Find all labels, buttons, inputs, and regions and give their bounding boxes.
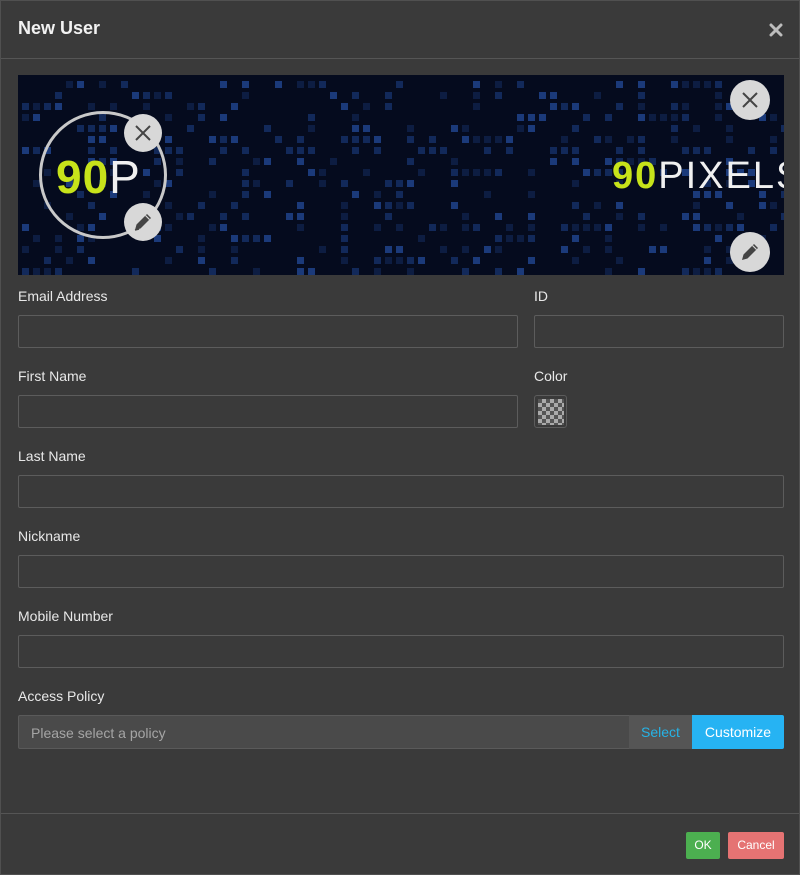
cancel-button[interactable]: Cancel (728, 832, 784, 859)
avatar-logo: 90P (56, 150, 141, 204)
last-name-field[interactable] (18, 475, 784, 508)
email-field[interactable] (18, 315, 518, 348)
dialog-header: New User (1, 1, 799, 59)
banner-logo-lime: 90 (612, 155, 659, 197)
ok-button[interactable]: OK (686, 832, 720, 859)
close-icon[interactable] (769, 23, 783, 37)
transparent-checker-icon (537, 398, 564, 425)
mobile-number-field[interactable] (18, 635, 784, 668)
first-name-field[interactable] (18, 395, 518, 428)
dialog-title: New User (18, 18, 101, 38)
banner-logo-white: PIXELS (658, 155, 784, 197)
pencil-icon (134, 214, 151, 231)
edit-banner-button[interactable] (730, 232, 770, 272)
nickname-label: Nickname (18, 528, 81, 544)
avatar-logo-lime: 90 (56, 151, 110, 203)
banner-logo: 90PIXELS (612, 155, 784, 198)
customize-policy-button[interactable]: Customize (692, 715, 784, 749)
select-policy-button[interactable]: Select (629, 715, 692, 749)
profile-banner: 90P 90PIXELS (18, 75, 784, 275)
id-field[interactable] (534, 315, 784, 348)
id-label: ID (534, 288, 548, 304)
new-user-dialog: New User 90P 90PIXELS (0, 0, 800, 875)
pencil-icon (742, 244, 758, 260)
avatar-logo-white: P (109, 151, 141, 203)
access-policy-label: Access Policy (18, 688, 105, 704)
access-policy-input[interactable]: Please select a policy (18, 715, 629, 749)
nickname-field[interactable] (18, 555, 784, 588)
edit-avatar-button[interactable] (124, 203, 162, 241)
close-icon (742, 92, 758, 108)
color-label: Color (534, 368, 568, 384)
first-name-label: First Name (18, 368, 87, 384)
remove-banner-button[interactable] (730, 80, 770, 120)
mobile-number-label: Mobile Number (18, 608, 113, 624)
color-picker[interactable] (534, 395, 567, 428)
last-name-label: Last Name (18, 448, 86, 464)
remove-avatar-button[interactable] (124, 114, 162, 152)
email-label: Email Address (18, 288, 108, 304)
dialog-footer: OK Cancel (1, 813, 799, 875)
close-icon (135, 125, 151, 141)
